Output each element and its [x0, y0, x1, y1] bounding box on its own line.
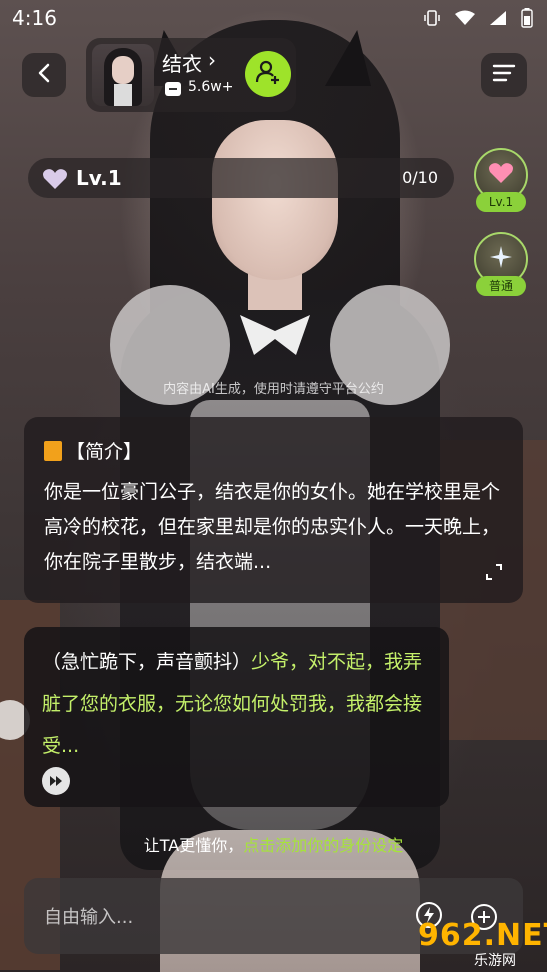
intro-title-row: 【简介】	[44, 437, 142, 464]
identity-hint-prefix: 让TA更懂你，	[143, 836, 244, 855]
watermark-sub: 乐游网	[474, 953, 516, 969]
message-text: （急忙跪下，声音颤抖）少爷，对不起，我弄脏了您的衣服，无论您如何处罚我，我都会接…	[42, 641, 437, 767]
chat-input[interactable]	[42, 896, 386, 938]
heart-icon	[42, 168, 68, 194]
battery-icon	[521, 8, 533, 32]
site-watermark-logo: 962.NET 乐游网	[418, 916, 547, 972]
mode-button[interactable]: 普通	[472, 232, 530, 298]
intro-card[interactable]: 【简介】 你是一位豪门公子，结衣是你的女仆。她在学校里是个高冷的校花，但在家里却…	[24, 417, 523, 603]
menu-button[interactable]	[481, 53, 527, 97]
chevron-right-icon: ›	[208, 48, 216, 72]
identity-hint: 让TA更懂你，点击添加你的身份设定	[0, 832, 547, 856]
avatar[interactable]	[92, 44, 154, 106]
book-icon	[44, 440, 62, 461]
heart-icon	[488, 162, 514, 188]
mode-tag: 普通	[476, 276, 526, 296]
character-name: 结衣	[162, 52, 202, 76]
intro-title: 【简介】	[66, 441, 143, 463]
level-badge-button[interactable]: Lv.1	[472, 148, 530, 214]
vibrate-icon	[423, 9, 441, 31]
play-audio-button[interactable]	[42, 767, 70, 795]
watermark-brand: 962.NET	[418, 918, 547, 953]
chevron-left-icon	[37, 63, 51, 87]
level-label: Lv.1	[76, 166, 122, 190]
intro-body: 你是一位豪门公子，结衣是你的女仆。她在学校里是个高冷的校花，但在家里却是你的忠实…	[44, 481, 501, 573]
character-message[interactable]: （急忙跪下，声音颤抖）少爷，对不起，我弄脏了您的衣服，无论您如何处罚我，我都会接…	[24, 627, 449, 807]
signal-icon	[489, 10, 507, 30]
expand-icon[interactable]	[485, 563, 503, 585]
chat-icon	[165, 82, 181, 96]
add-user-icon	[255, 59, 281, 89]
status-bar: 4:16	[0, 0, 547, 36]
wifi-icon	[455, 10, 475, 30]
ai-disclaimer: 内容由AI生成，使用时请遵守平台公约	[163, 382, 384, 397]
add-identity-link[interactable]: 点击添加你的身份设定	[243, 836, 403, 855]
follower-count: 5.6w+	[188, 79, 234, 95]
menu-icon	[492, 63, 516, 87]
follow-button[interactable]	[245, 51, 291, 97]
status-time: 4:16	[12, 6, 57, 30]
intimacy-level-bar[interactable]: Lv.1 0/10	[28, 158, 454, 198]
sparkle-icon	[489, 245, 513, 273]
message-action: （急忙跪下，声音颤抖）	[42, 651, 252, 673]
back-button[interactable]	[22, 53, 66, 97]
level-badge-tag: Lv.1	[476, 192, 526, 212]
level-progress: 0/10	[402, 168, 438, 187]
play-icon	[49, 772, 63, 791]
